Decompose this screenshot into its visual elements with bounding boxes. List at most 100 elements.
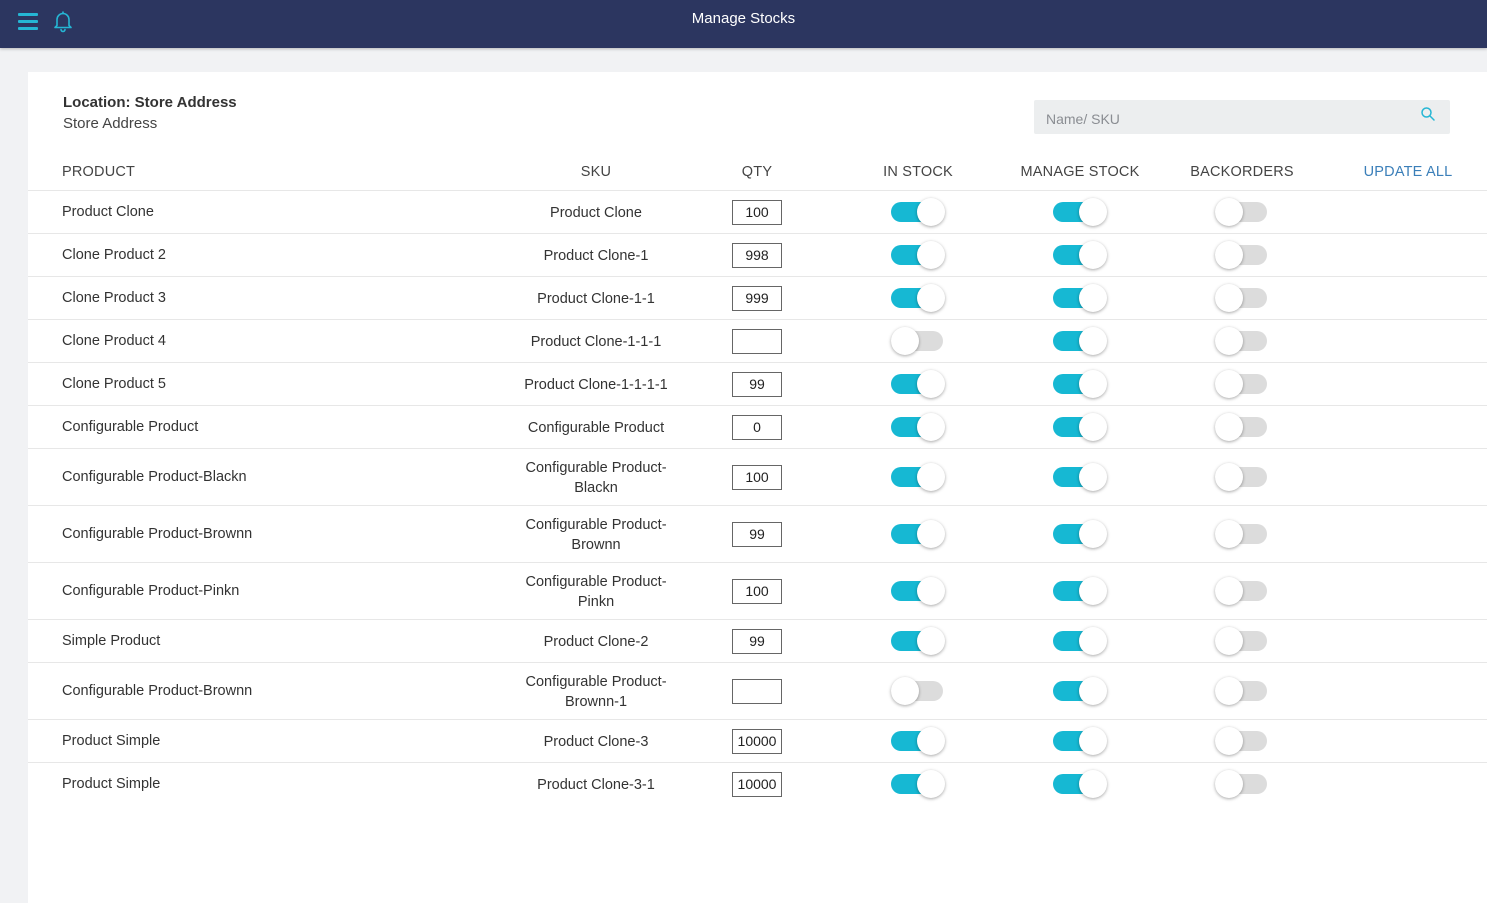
table-row: Product Clone Product Clone (28, 190, 1487, 233)
qty-input[interactable] (732, 328, 782, 354)
backorders-toggle[interactable] (1215, 576, 1269, 605)
qty-input[interactable] (732, 242, 782, 268)
manage-stock-toggle[interactable] (1053, 326, 1107, 355)
update-all-button[interactable]: UPDATE ALL (1364, 164, 1453, 180)
qty-input[interactable] (732, 464, 782, 490)
backorders-toggle[interactable] (1215, 197, 1269, 226)
manage-stock-toggle[interactable] (1053, 197, 1107, 226)
qty-input[interactable] (732, 628, 782, 654)
toggle-knob (1215, 576, 1243, 605)
table-row: Configurable Product-Blackn Configurable … (28, 448, 1487, 505)
qty-input[interactable] (732, 728, 782, 754)
toggle-knob (1079, 576, 1107, 605)
manage-stock-toggle[interactable] (1053, 676, 1107, 705)
toggle-knob (1215, 369, 1243, 398)
in-stock-toggle[interactable] (891, 240, 945, 269)
manage-stock-toggle[interactable] (1053, 726, 1107, 755)
backorders-toggle[interactable] (1215, 369, 1269, 398)
product-name: Configurable Product-Brownn (62, 525, 253, 542)
product-sku: Product Clone-1-1 (537, 290, 655, 307)
backorders-toggle[interactable] (1215, 769, 1269, 798)
in-stock-toggle[interactable] (891, 326, 945, 355)
search-box (1034, 100, 1450, 134)
product-name: Product Clone (62, 203, 154, 220)
toggle-knob (1215, 240, 1243, 269)
in-stock-toggle[interactable] (891, 462, 945, 491)
product-sku: Product Clone-3-1 (537, 776, 655, 793)
manage-stock-toggle[interactable] (1053, 240, 1107, 269)
product-name: Simple Product (62, 632, 161, 649)
table-row: Product Simple Product Clone-3-1 (28, 762, 1487, 805)
backorders-toggle[interactable] (1215, 519, 1269, 548)
column-header-sku: SKU (580, 164, 612, 180)
in-stock-toggle[interactable] (891, 519, 945, 548)
in-stock-toggle[interactable] (891, 412, 945, 441)
manage-stock-toggle[interactable] (1053, 369, 1107, 398)
product-name: Product Simple (62, 775, 161, 792)
product-name: Configurable Product-Pinkn (62, 582, 240, 599)
table-row: Configurable Product-Brownn Configurable … (28, 662, 1487, 719)
product-sku: Product Clone-1-1-1 (530, 333, 662, 350)
backorders-toggle[interactable] (1215, 462, 1269, 491)
toggle-knob (1079, 769, 1107, 798)
toggle-knob (1079, 197, 1107, 226)
backorders-toggle[interactable] (1215, 240, 1269, 269)
toggle-knob (917, 412, 945, 441)
in-stock-toggle[interactable] (891, 626, 945, 655)
qty-input[interactable] (732, 285, 782, 311)
product-sku: Product Clone-2 (543, 633, 649, 650)
manage-stock-toggle[interactable] (1053, 519, 1107, 548)
manage-stock-toggle[interactable] (1053, 283, 1107, 312)
backorders-toggle[interactable] (1215, 726, 1269, 755)
qty-input[interactable] (732, 414, 782, 440)
toggle-knob (1215, 626, 1243, 655)
product-sku: Product Clone-1-1-1-1 (524, 376, 668, 393)
toggle-knob (1215, 326, 1243, 355)
toggle-knob (1079, 726, 1107, 755)
in-stock-toggle[interactable] (891, 197, 945, 226)
table-row: Clone Product 5 Product Clone-1-1-1-1 (28, 362, 1487, 405)
product-name: Configurable Product (62, 418, 199, 435)
manage-stock-toggle[interactable] (1053, 626, 1107, 655)
column-header-in-stock: IN STOCK (883, 164, 953, 180)
backorders-toggle[interactable] (1215, 626, 1269, 655)
toggle-knob (917, 283, 945, 312)
table-row: Clone Product 3 Product Clone-1-1 (28, 276, 1487, 319)
search-icon[interactable] (1420, 106, 1436, 122)
toggle-knob (1079, 676, 1107, 705)
toggle-knob (1215, 726, 1243, 755)
qty-input[interactable] (732, 771, 782, 797)
in-stock-toggle[interactable] (891, 369, 945, 398)
in-stock-toggle[interactable] (891, 726, 945, 755)
toggle-knob (1215, 197, 1243, 226)
qty-input[interactable] (732, 578, 782, 604)
qty-input[interactable] (732, 521, 782, 547)
backorders-toggle[interactable] (1215, 412, 1269, 441)
in-stock-toggle[interactable] (891, 576, 945, 605)
column-header-backorders: BACKORDERS (1190, 164, 1294, 180)
column-header-manage-stock: MANAGE STOCK (1020, 164, 1140, 180)
qty-input[interactable] (732, 678, 782, 704)
in-stock-toggle[interactable] (891, 676, 945, 705)
manage-stock-toggle[interactable] (1053, 462, 1107, 491)
manage-stock-toggle[interactable] (1053, 769, 1107, 798)
in-stock-toggle[interactable] (891, 769, 945, 798)
qty-input[interactable] (732, 371, 782, 397)
backorders-toggle[interactable] (1215, 283, 1269, 312)
toggle-knob (1079, 369, 1107, 398)
manage-stock-toggle[interactable] (1053, 576, 1107, 605)
backorders-toggle[interactable] (1215, 326, 1269, 355)
toggle-knob (891, 326, 919, 355)
toggle-knob (1079, 326, 1107, 355)
table-row: Clone Product 2 Product Clone-1 (28, 233, 1487, 276)
stock-panel: Location: Store Address Store Address PR… (28, 72, 1487, 903)
toggle-knob (917, 769, 945, 798)
toggle-knob (1079, 240, 1107, 269)
search-input[interactable] (1034, 100, 1450, 134)
toggle-knob (1215, 676, 1243, 705)
backorders-toggle[interactable] (1215, 676, 1269, 705)
manage-stock-toggle[interactable] (1053, 412, 1107, 441)
qty-input[interactable] (732, 199, 782, 225)
product-sku: Configurable Product-Brownn (525, 516, 667, 553)
in-stock-toggle[interactable] (891, 283, 945, 312)
